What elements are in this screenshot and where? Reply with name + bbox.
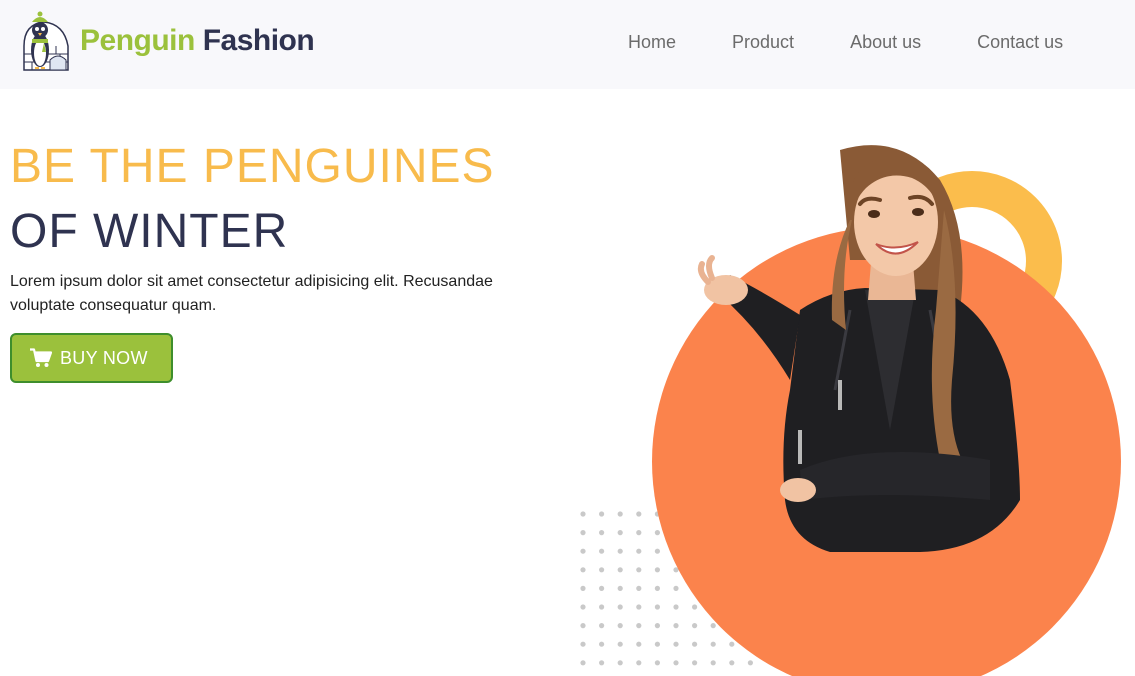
buy-now-label: BUY NOW [60, 347, 148, 368]
hero-model-image [697, 145, 1020, 552]
decoration-dot [580, 530, 586, 536]
hero-title-line2: OF WINTER [10, 205, 289, 258]
decoration-dot [599, 604, 605, 610]
decoration-dot [580, 567, 586, 573]
main-nav: Home Product About us Contact us [600, 31, 1063, 53]
decoration-dot [617, 530, 623, 536]
brand-name-part2: Fashion [202, 24, 315, 57]
decoration-dot [692, 660, 698, 666]
decoration-dot [654, 548, 660, 554]
hero-description: Lorem ipsum dolor sit amet consectetur a… [10, 273, 493, 314]
decoration-dot [599, 660, 605, 666]
nav-about-link[interactable]: About us [822, 31, 949, 53]
decoration-dot [617, 585, 623, 591]
decoration-dot [636, 585, 642, 591]
decoration-dot [636, 511, 642, 517]
decoration-dot [673, 641, 679, 647]
decoration-dot [654, 567, 660, 573]
decoration-dot [636, 623, 642, 629]
decoration-dot [580, 604, 586, 610]
decoration-dot [617, 567, 623, 573]
decoration-dot [599, 585, 605, 591]
brand-logo[interactable]: Penguin Fashion [22, 10, 315, 72]
brand-name-part1: Penguin [80, 24, 195, 57]
decoration-dot [692, 604, 698, 610]
decoration-dot [636, 530, 642, 536]
decoration-dot [673, 585, 679, 591]
decoration-dot [617, 604, 623, 610]
decoration-dot [580, 548, 586, 554]
nav-contact-link[interactable]: Contact us [949, 31, 1063, 53]
decoration-dot [617, 623, 623, 629]
decoration-dot [580, 641, 586, 647]
decoration-dot [617, 511, 623, 517]
decoration-dot [599, 511, 605, 517]
decoration-dot [654, 660, 660, 666]
nav-home-link[interactable]: Home [600, 31, 704, 53]
nav-product-link[interactable]: Product [704, 31, 822, 53]
decoration-dot [636, 604, 642, 610]
decoration-dot [580, 511, 586, 517]
decoration-dot [599, 530, 605, 536]
buy-now-button[interactable]: BUY NOW [10, 333, 173, 383]
decoration-dot [710, 641, 716, 647]
decoration-dot [617, 641, 623, 647]
decoration-dot [710, 623, 716, 629]
decoration-dot [729, 660, 735, 666]
decoration-dot [654, 641, 660, 647]
brand-name: Penguin Fashion [80, 24, 315, 58]
decoration-dot [636, 548, 642, 554]
decoration-dot [692, 623, 698, 629]
decoration-dot [673, 660, 679, 666]
shopping-cart-icon [30, 348, 52, 367]
decoration-dot [599, 623, 605, 629]
hero-title-line1: BE THE PENGUINES [10, 140, 495, 193]
decoration-dot [654, 604, 660, 610]
decoration-dot [580, 660, 586, 666]
decoration-dot [636, 641, 642, 647]
decoration-dot [654, 585, 660, 591]
decoration-dot [654, 530, 660, 536]
decoration-dot [599, 641, 605, 647]
decoration-dot [636, 660, 642, 666]
decoration-dot [710, 660, 716, 666]
decoration-dot [617, 548, 623, 554]
decoration-dot [599, 548, 605, 554]
penguin-igloo-icon [23, 11, 69, 71]
decoration-dot [673, 604, 679, 610]
decoration-dot [580, 623, 586, 629]
decoration-dot [729, 641, 735, 647]
decoration-dot [599, 567, 605, 573]
decoration-dot [617, 660, 623, 666]
decoration-dot [580, 585, 586, 591]
decoration-dot [747, 660, 753, 666]
decoration-dot [692, 641, 698, 647]
decoration-dot [654, 623, 660, 629]
decoration-dot [673, 623, 679, 629]
site-header: Penguin Fashion Home Product About us Co… [0, 0, 1135, 89]
decoration-dot [636, 567, 642, 573]
